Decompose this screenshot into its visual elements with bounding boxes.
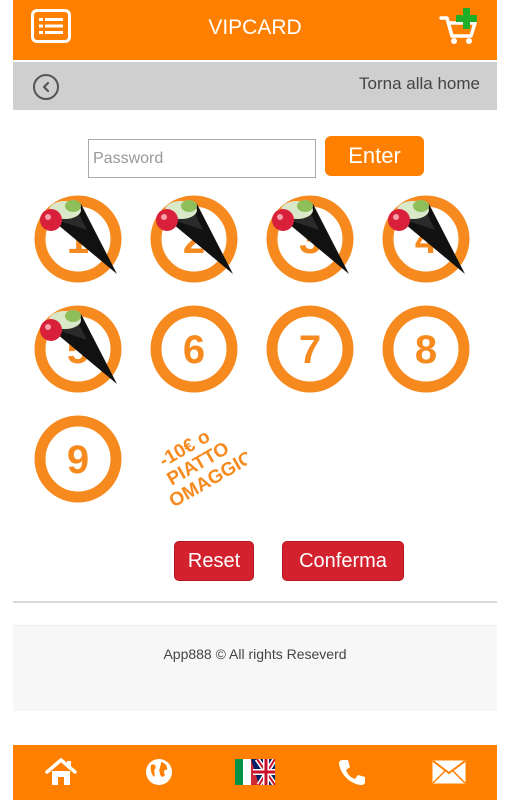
bottom-nav (13, 745, 497, 800)
stamp-slot-8[interactable]: 8 (379, 302, 473, 396)
reward-slot[interactable]: -10€ o PIATTO OMAGGIO (147, 412, 247, 512)
stamp-number: 8 (415, 328, 437, 372)
confirm-button[interactable]: Conferma (282, 541, 404, 581)
phone-icon[interactable] (335, 756, 369, 788)
divider (13, 601, 497, 603)
mail-icon[interactable] (431, 756, 467, 788)
stamp-slot-1[interactable]: 1 (31, 192, 125, 286)
page-title: VIPCARD (208, 16, 302, 39)
footer: App888 © All rights Reseverd (13, 625, 497, 711)
enter-button[interactable]: Enter (325, 136, 424, 176)
stamp-slot-4[interactable]: 4 (379, 192, 473, 286)
home-icon[interactable] (44, 756, 78, 788)
stamp-slot-6[interactable]: 6 (147, 302, 241, 396)
stamp-slot-3[interactable]: 3 (263, 192, 357, 286)
password-row: Enter (88, 136, 428, 178)
stamp-slot-2[interactable]: 2 (147, 192, 241, 286)
app-root: VIPCARD Torna alla home Enter 1 (13, 0, 497, 800)
top-bar: VIPCARD (13, 0, 497, 60)
back-circle-icon[interactable] (33, 74, 59, 100)
stamp-number: 9 (67, 438, 89, 482)
cart-add-icon[interactable] (437, 6, 481, 46)
stamp-number: 6 (183, 328, 205, 372)
reset-button[interactable]: Reset (174, 541, 254, 581)
copyright-text: App888 © All rights Reseverd (163, 646, 347, 662)
globe-icon[interactable] (142, 756, 176, 788)
home-link[interactable]: Torna alla home (359, 74, 480, 94)
sub-header: Torna alla home (13, 62, 497, 110)
stamp-number: 7 (299, 328, 321, 372)
password-input[interactable] (88, 139, 316, 178)
stamp-slot-5[interactable]: 5 (31, 302, 125, 396)
stamp-slot-7[interactable]: 7 (263, 302, 357, 396)
flag-icon[interactable] (235, 756, 275, 788)
stamp-slot-9[interactable]: 9 (31, 412, 125, 506)
